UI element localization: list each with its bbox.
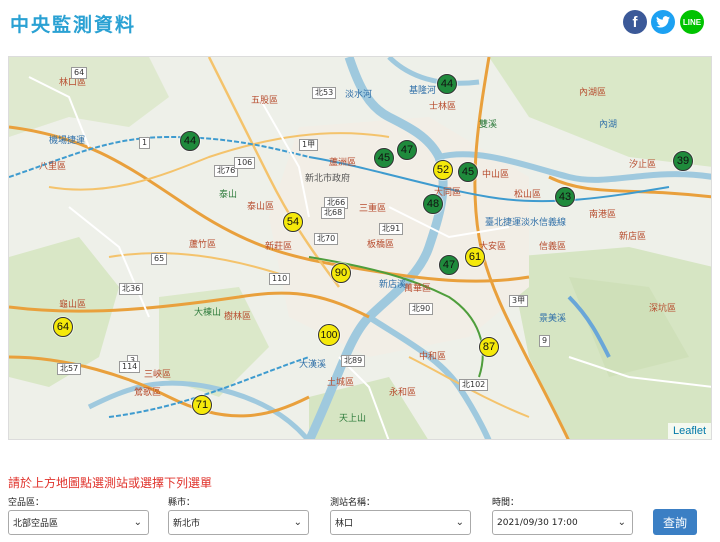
station-marker[interactable]: 48	[423, 194, 443, 214]
station-marker[interactable]: 45	[374, 148, 394, 168]
region-select-value: 北部空品區	[13, 519, 59, 529]
map-label-xindian-river: 新店溪	[379, 280, 407, 290]
map-label-mrt-line: 臺北捷運淡水信義線	[485, 218, 567, 228]
road-shield: 北53	[312, 87, 337, 99]
map-label-jingmei-river: 景美溪	[539, 314, 567, 324]
station-marker[interactable]: 52	[433, 160, 453, 180]
road-shield: 9	[539, 335, 551, 347]
map-label-banqiao: 板橋區	[367, 240, 395, 250]
station-marker[interactable]: 47	[439, 255, 459, 275]
time-select[interactable]: 2021/09/30 17:00 ⌄	[492, 510, 633, 535]
road-shield: 北91	[379, 223, 404, 235]
road-shield: 64	[71, 67, 88, 79]
map-label-sanchong: 三重區	[359, 204, 387, 214]
map-label-keelung-river: 基隆河	[409, 86, 437, 96]
map-label-shenkeng: 深坑區	[649, 304, 677, 314]
road-shield: 北68	[321, 207, 346, 219]
map-label-xinbei-station: 新北市政府	[305, 174, 351, 184]
map-label-neihu-station: 內湖	[599, 120, 618, 130]
road-shield: 北70	[314, 233, 339, 245]
line-share-icon[interactable]: LINE	[680, 10, 704, 34]
map-label-luzhu: 蘆竹區	[189, 240, 217, 250]
map-label-tamsui-river: 淡水河	[345, 90, 373, 100]
road-shield: 1甲	[299, 139, 319, 151]
region-select[interactable]: 北部空品區 ⌄	[8, 510, 149, 535]
station-marker[interactable]: 100	[318, 324, 340, 346]
map-label-daan: 大安區	[479, 242, 507, 252]
map-label-xizhi: 汐止區	[629, 160, 657, 170]
station-marker[interactable]: 71	[192, 395, 212, 415]
chevron-down-icon: ⌄	[617, 517, 626, 528]
map-label-songshan: 松山區	[514, 190, 542, 200]
map-label-yonghe: 永和區	[389, 388, 417, 398]
map-label-yingge: 鶯歌區	[134, 388, 162, 398]
road-shield: 北90	[409, 303, 434, 315]
map-label-guishan: 龜山區	[59, 300, 87, 310]
map-label-xinyi: 信義區	[539, 242, 567, 252]
station-marker[interactable]: 44	[437, 74, 457, 94]
page-title: 中央監測資料	[10, 14, 137, 36]
map-label-xindian: 新店區	[619, 232, 647, 242]
map-base-tiles	[9, 57, 711, 439]
road-shield: 65	[151, 253, 168, 265]
station-select-value: 林口	[335, 519, 354, 529]
map-label-dahan-mtn: 大棟山	[194, 308, 222, 318]
map-label-wanhua: 萬華區	[404, 284, 432, 294]
map-label-shulin: 樹林區	[224, 312, 252, 322]
map-label-bali: 八里區	[39, 162, 67, 172]
map-label-airport-mrt: 機場捷運	[49, 136, 86, 146]
road-shield: 北57	[57, 363, 82, 375]
chevron-down-icon: ⌄	[455, 517, 464, 528]
map-label-wugu: 五股區	[251, 96, 279, 106]
road-shield: 114	[119, 361, 141, 373]
facebook-share-icon[interactable]: f	[623, 10, 647, 34]
map-label-zhonghe: 中和區	[419, 352, 447, 362]
road-shield: 北36	[119, 283, 144, 295]
road-shield: 北89	[341, 355, 366, 367]
station-marker[interactable]: 54	[283, 212, 303, 232]
chevron-down-icon: ⌄	[133, 517, 142, 528]
leaflet-attribution-link[interactable]: Leaflet	[667, 423, 711, 439]
map-label-taishan-mtn: 泰山	[219, 190, 238, 200]
station-marker[interactable]: 44	[180, 131, 200, 151]
station-marker[interactable]: 61	[465, 247, 485, 267]
map-label-xinzhuang: 新莊區	[265, 242, 293, 252]
map-label-shuanxi: 雙溪	[479, 120, 498, 130]
road-shield: 110	[269, 273, 291, 285]
map-label-zhongshan: 中山區	[482, 170, 510, 180]
station-marker[interactable]: 45	[458, 162, 478, 182]
city-label: 縣市：	[168, 498, 196, 508]
road-shield: 3甲	[509, 295, 529, 307]
station-marker[interactable]: 90	[331, 263, 351, 283]
map-label-nangang: 南港區	[589, 210, 617, 220]
twitter-share-icon[interactable]	[651, 10, 675, 34]
query-button[interactable]: 查詢	[653, 509, 697, 535]
map-label-shilin: 士林區	[429, 102, 457, 112]
map-label-sanxia: 三峽區	[144, 370, 172, 380]
road-shield: 1	[139, 137, 151, 149]
station-select[interactable]: 林口 ⌄	[330, 510, 471, 535]
city-select[interactable]: 新北市 ⌄	[168, 510, 309, 535]
map-label-dahan-river: 大漢溪	[299, 360, 327, 370]
time-label: 時間：	[492, 498, 520, 508]
instruction-text: 請於上方地圖點選測站或選擇下列選單	[8, 476, 213, 490]
station-marker[interactable]: 39	[673, 151, 693, 171]
road-shield: 北102	[459, 379, 489, 391]
station-marker[interactable]: 87	[479, 337, 499, 357]
map-label-luzhou: 蘆洲區	[329, 158, 357, 168]
map-label-tucheng: 土城區	[327, 378, 355, 388]
station-marker[interactable]: 43	[555, 187, 575, 207]
station-marker[interactable]: 47	[397, 140, 417, 160]
station-map[interactable]: 林口區 五股區 蘆洲區 八里區 泰山區 新莊區 樹林區 土城區 板橋區 中和區 …	[8, 56, 712, 440]
city-select-value: 新北市	[173, 519, 201, 529]
map-label-tianshang: 天上山	[339, 414, 367, 424]
road-shield: 106	[234, 157, 256, 169]
map-label-neihu: 內湖區	[579, 88, 607, 98]
station-label: 測站名稱：	[330, 498, 376, 508]
map-label-taishan: 泰山區	[247, 202, 275, 212]
time-select-value: 2021/09/30 17:00	[497, 517, 578, 528]
chevron-down-icon: ⌄	[293, 517, 302, 528]
region-label: 空品區：	[8, 498, 45, 508]
station-marker[interactable]: 64	[53, 317, 73, 337]
